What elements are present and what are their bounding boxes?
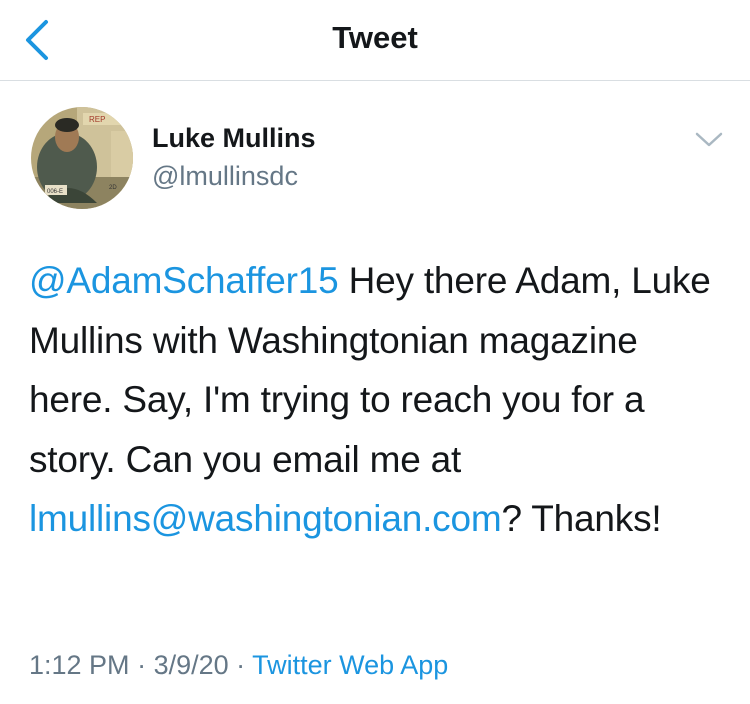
avatar[interactable]: REP 006-E 2D <box>31 107 133 209</box>
svg-text:2D: 2D <box>109 185 117 191</box>
meta-separator: · <box>228 650 253 680</box>
page-title: Tweet <box>332 20 418 55</box>
tweet-detail-screen: Tweet REP 006-E 2D Luke Mullins @lmullin… <box>0 0 750 704</box>
tweet-text: @AdamSchaffer15 Hey there Adam, Luke Mul… <box>29 251 729 549</box>
tweet-date: 3/9/20 <box>153 650 229 680</box>
navigation-bar: Tweet <box>0 0 750 81</box>
tweet-meta: 1:12 PM · 3/9/20 · Twitter Web App <box>29 650 448 681</box>
tweet-body-text-end: ? Thanks! <box>501 498 662 540</box>
svg-text:006-E: 006-E <box>47 189 63 195</box>
email-link[interactable]: lmullins@washingtonian.com <box>29 498 502 539</box>
source-app-link[interactable]: Twitter Web App <box>252 650 448 680</box>
profile-photo: REP 006-E 2D <box>31 107 133 209</box>
chevron-down-icon <box>695 132 723 147</box>
author-display-name[interactable]: Luke Mullins <box>152 123 316 154</box>
svg-text:REP: REP <box>89 115 105 124</box>
meta-separator: · <box>129 650 154 680</box>
more-options-button[interactable] <box>694 130 724 150</box>
author-handle[interactable]: @lmullinsdc <box>152 161 298 192</box>
tweet-time: 1:12 PM <box>29 650 130 680</box>
mention-link[interactable]: @AdamSchaffer15 <box>29 260 339 301</box>
